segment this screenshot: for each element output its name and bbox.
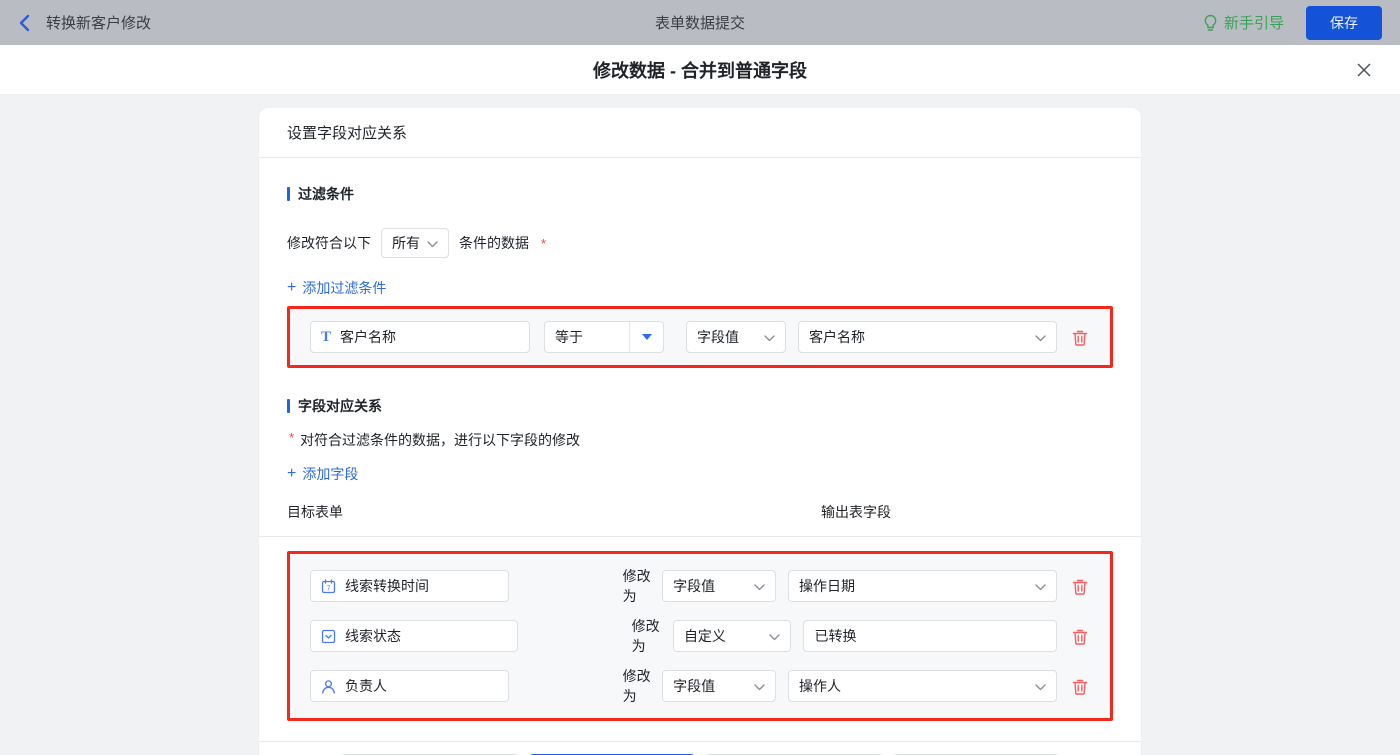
operator-select[interactable]: 等于	[544, 321, 664, 353]
topbar: 转换新客户修改 表单数据提交 新手引导 保存	[0, 0, 1400, 45]
value-type-select[interactable]: 字段值	[662, 670, 776, 702]
delete-mapping-row-button[interactable]	[1070, 576, 1090, 597]
match-mode-value: 所有	[392, 235, 420, 251]
delete-mapping-row-button[interactable]	[1070, 676, 1090, 697]
custom-value-input[interactable]: 已转换	[803, 620, 1057, 652]
filter-section-label: 过滤条件	[298, 186, 354, 202]
section-accent-bar	[287, 399, 290, 413]
output-field-value: 操作人	[799, 678, 841, 694]
beginner-guide-link[interactable]: 新手引导	[1203, 12, 1284, 33]
add-filter-condition-label: 添加过滤条件	[302, 280, 387, 296]
value-type-value: 字段值	[673, 578, 716, 594]
mapping-row: 负责人 修改为 字段值 操作人	[310, 666, 1090, 706]
filter-section-title: 过滤条件	[287, 184, 1113, 204]
trash-icon	[1072, 678, 1088, 695]
delete-filter-row-button[interactable]	[1070, 327, 1090, 348]
custom-value: 已转换	[814, 628, 857, 644]
chevron-left-icon	[18, 14, 32, 32]
close-icon	[1356, 62, 1372, 78]
output-field-select[interactable]: 操作日期	[788, 570, 1057, 602]
modify-to-label: 修改为	[622, 668, 651, 704]
mapping-row: 7 线索转换时间 修改为 字段值 操作日期	[310, 566, 1090, 606]
filter-condition-row: T 客户名称 等于 字段值 客户名称	[310, 321, 1090, 353]
mapping-description: 对符合过滤条件的数据，进行以下字段的修改	[300, 432, 581, 448]
delete-mapping-row-button[interactable]	[1070, 626, 1090, 647]
section-accent-bar	[287, 187, 290, 201]
value-type-value: 字段值	[673, 678, 716, 694]
mapping-column-headers: 目标表单 输出表字段	[287, 502, 1113, 522]
card-footer: 上一步：设置触发动作 完成 下一步：设置新增数据 其他设置	[259, 742, 1141, 755]
add-filter-condition-link[interactable]: + 添加过滤条件	[287, 278, 386, 298]
modify-to-label: 修改为	[631, 618, 660, 654]
text-field-icon: T	[321, 328, 332, 345]
target-form-column-header: 目标表单	[287, 504, 343, 520]
value-type-select[interactable]: 自定义	[672, 620, 792, 652]
settings-card: 设置字段对应关系 过滤条件 修改符合以下 所有 条件的数据 * + 添加过滤条件…	[259, 108, 1141, 755]
user-icon	[321, 679, 336, 694]
back-button[interactable]	[18, 14, 32, 32]
filter-field-input[interactable]: T 客户名称	[310, 321, 530, 353]
condition-suffix-label: 条件的数据	[459, 235, 529, 251]
chevron-down-icon	[764, 329, 775, 345]
filter-highlight-box: T 客户名称 等于 字段值 客户名称	[287, 306, 1113, 368]
divider	[259, 536, 1141, 537]
calendar-icon: 7	[321, 578, 336, 594]
output-field-value: 操作日期	[799, 578, 855, 594]
chevron-down-icon	[427, 235, 438, 251]
dialog-header: 修改数据 - 合并到普通字段	[0, 45, 1400, 95]
add-field-label: 添加字段	[302, 466, 359, 482]
mapping-section-label: 字段对应关系	[298, 398, 382, 414]
modify-to-label: 修改为	[622, 568, 651, 604]
dialog-body: 设置字段对应关系 过滤条件 修改符合以下 所有 条件的数据 * + 添加过滤条件…	[0, 95, 1400, 755]
chevron-down-icon	[1035, 678, 1046, 694]
filter-value: 客户名称	[809, 329, 865, 345]
target-field-value: 负责人	[345, 678, 387, 694]
chevron-down-icon	[1035, 329, 1046, 345]
mapping-highlight-box: 7 线索转换时间 修改为 字段值 操作日期 线索状态 修改为 自定义 已转换 负…	[287, 551, 1113, 721]
svg-text:7: 7	[327, 585, 331, 592]
value-type-value: 字段值	[697, 329, 739, 345]
operator-dropdown-button[interactable]	[629, 322, 663, 352]
chevron-down-icon	[754, 578, 765, 594]
trash-icon	[1072, 578, 1088, 595]
save-button[interactable]: 保存	[1306, 5, 1382, 40]
output-field-column-header: 输出表字段	[821, 504, 891, 520]
select-field-icon	[321, 629, 336, 644]
target-field-input[interactable]: 线索状态	[310, 620, 518, 652]
mapping-section-title: 字段对应关系	[287, 396, 1113, 416]
trash-icon	[1072, 628, 1088, 645]
plus-icon: +	[287, 465, 297, 482]
required-mark: *	[289, 430, 295, 445]
triangle-down-icon	[641, 334, 652, 340]
card-title: 设置字段对应关系	[259, 108, 1141, 158]
page-title: 表单数据提交	[654, 15, 745, 32]
chevron-down-icon	[754, 678, 765, 694]
target-field-input[interactable]: 7 线索转换时间	[310, 570, 509, 602]
filter-value-select[interactable]: 客户名称	[798, 321, 1057, 353]
beginner-guide-label: 新手引导	[1223, 15, 1284, 32]
close-button[interactable]	[1352, 58, 1376, 82]
required-mark: *	[541, 235, 547, 251]
value-type-select[interactable]: 字段值	[662, 570, 776, 602]
plus-icon: +	[287, 279, 297, 296]
target-field-value: 线索转换时间	[345, 578, 429, 594]
add-field-link[interactable]: + 添加字段	[287, 464, 358, 484]
output-field-select[interactable]: 操作人	[788, 670, 1057, 702]
chevron-down-icon	[1035, 578, 1046, 594]
value-type-value: 自定义	[683, 628, 726, 644]
flow-name: 转换新客户修改	[46, 15, 152, 32]
match-mode-select[interactable]: 所有	[381, 228, 449, 258]
value-type-select[interactable]: 字段值	[686, 321, 786, 353]
trash-icon	[1072, 329, 1088, 346]
dialog-title: 修改数据 - 合并到普通字段	[593, 60, 807, 81]
chevron-down-icon	[769, 628, 781, 644]
lightbulb-icon	[1203, 14, 1218, 32]
condition-prefix-label: 修改符合以下	[287, 235, 371, 251]
target-field-input[interactable]: 负责人	[310, 670, 509, 702]
mapping-row: 线索状态 修改为 自定义 已转换	[310, 616, 1090, 656]
filter-field-value: 客户名称	[340, 329, 397, 345]
target-field-value: 线索状态	[345, 628, 401, 644]
operator-value: 等于	[555, 329, 583, 345]
